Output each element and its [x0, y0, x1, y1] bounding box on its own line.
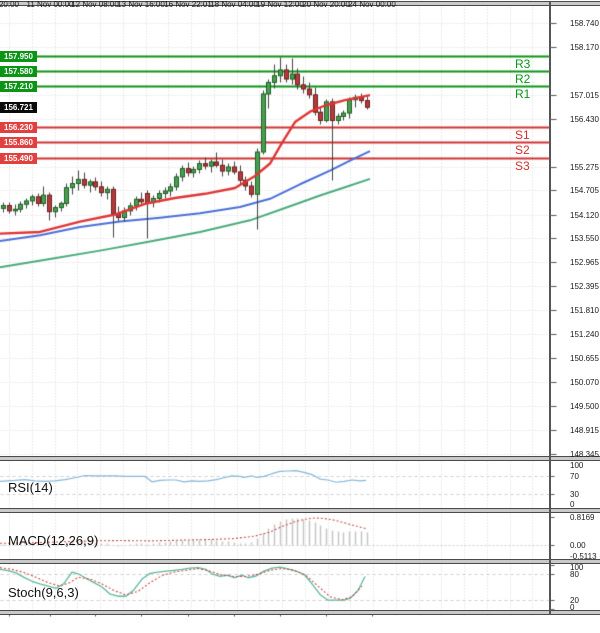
time-axis-label: 19 Nov 12:00 — [256, 0, 304, 9]
price-axis-label: 149.500 — [570, 402, 599, 411]
price-axis-label: 151.240 — [570, 330, 599, 339]
rsi-axis-label: 70 — [570, 472, 579, 481]
level-label-r2: R2 — [515, 73, 530, 85]
time-axis-label: 11 Nov 00:00 — [27, 0, 74, 9]
price-axis-label: 157.015 — [570, 91, 599, 100]
price-axis-label: 154.120 — [570, 211, 599, 220]
rsi-label: RSI(14) — [8, 480, 53, 495]
price-axis-label: 154.705 — [570, 186, 599, 195]
price-axis-label: 150.655 — [570, 354, 599, 363]
level-label-r1: R1 — [515, 88, 530, 100]
current-price-badge: 156.721 — [0, 102, 37, 113]
stoch-axis-label: 80 — [570, 570, 579, 579]
price-axis-label: 152.395 — [570, 282, 599, 291]
macd-axis-label: -0.5113 — [570, 552, 597, 561]
time-axis-label: 20:00 — [0, 0, 19, 9]
rsi-axis-label: 30 — [570, 490, 579, 499]
trading-chart: RSI(14) MACD(12,26,9) Stoch(9,6,3) 158.7… — [0, 0, 600, 633]
macd-axis-label: 0.00 — [570, 541, 586, 550]
time-axis-label: 20 Nov 20:00 — [302, 0, 350, 9]
price-axis-label: 150.070 — [570, 378, 599, 387]
support-badge: 156.230 — [0, 122, 37, 133]
level-label-s2: S2 — [515, 144, 530, 156]
macd-label: MACD(12,26,9) — [8, 533, 98, 548]
resistance-badge: 157.210 — [0, 81, 37, 92]
support-badge: 155.490 — [0, 153, 37, 164]
resistance-badge: 157.950 — [0, 51, 37, 62]
level-label-r3: R3 — [515, 58, 530, 70]
time-axis-label: 12 Nov 08:00 — [71, 0, 119, 9]
price-axis-label: 148.345 — [570, 450, 599, 459]
separator-main-rsi — [0, 456, 600, 461]
price-axis-label: 148.915 — [570, 426, 599, 435]
resistance-badge: 157.580 — [0, 66, 37, 77]
rsi-axis-label: 0 — [570, 500, 574, 509]
price-axis-label: 156.430 — [570, 115, 599, 124]
price-axis-label: 151.810 — [570, 306, 599, 315]
right-axis-frame — [549, 1, 551, 615]
rsi-axis-label: 100 — [570, 461, 583, 470]
support-badge: 155.860 — [0, 137, 37, 148]
stoch-label: Stoch(9,6,3) — [8, 585, 79, 600]
level-label-s3: S3 — [515, 160, 530, 172]
price-axis-label: 153.550 — [570, 234, 599, 243]
stoch-axis-label: 0 — [570, 603, 574, 612]
separator-macd-stoch — [0, 559, 600, 564]
price-axis-label: 158.170 — [570, 43, 599, 52]
separator-rsi-macd — [0, 508, 600, 513]
price-axis-label: 155.275 — [570, 163, 599, 172]
time-axis-label: 13 Nov 16:00 — [117, 0, 165, 9]
separator-bottom — [0, 610, 600, 615]
time-axis-label: 24 Nov 00:00 — [348, 0, 396, 9]
price-axis-label: 158.740 — [570, 19, 599, 28]
macd-axis-label: 0.8169 — [570, 513, 594, 522]
time-axis-label: 16 Nov 22:01 — [164, 0, 212, 9]
time-axis-label: 18 Nov 04:00 — [210, 0, 258, 9]
level-label-s1: S1 — [515, 129, 530, 141]
price-axis-label: 152.965 — [570, 258, 599, 267]
